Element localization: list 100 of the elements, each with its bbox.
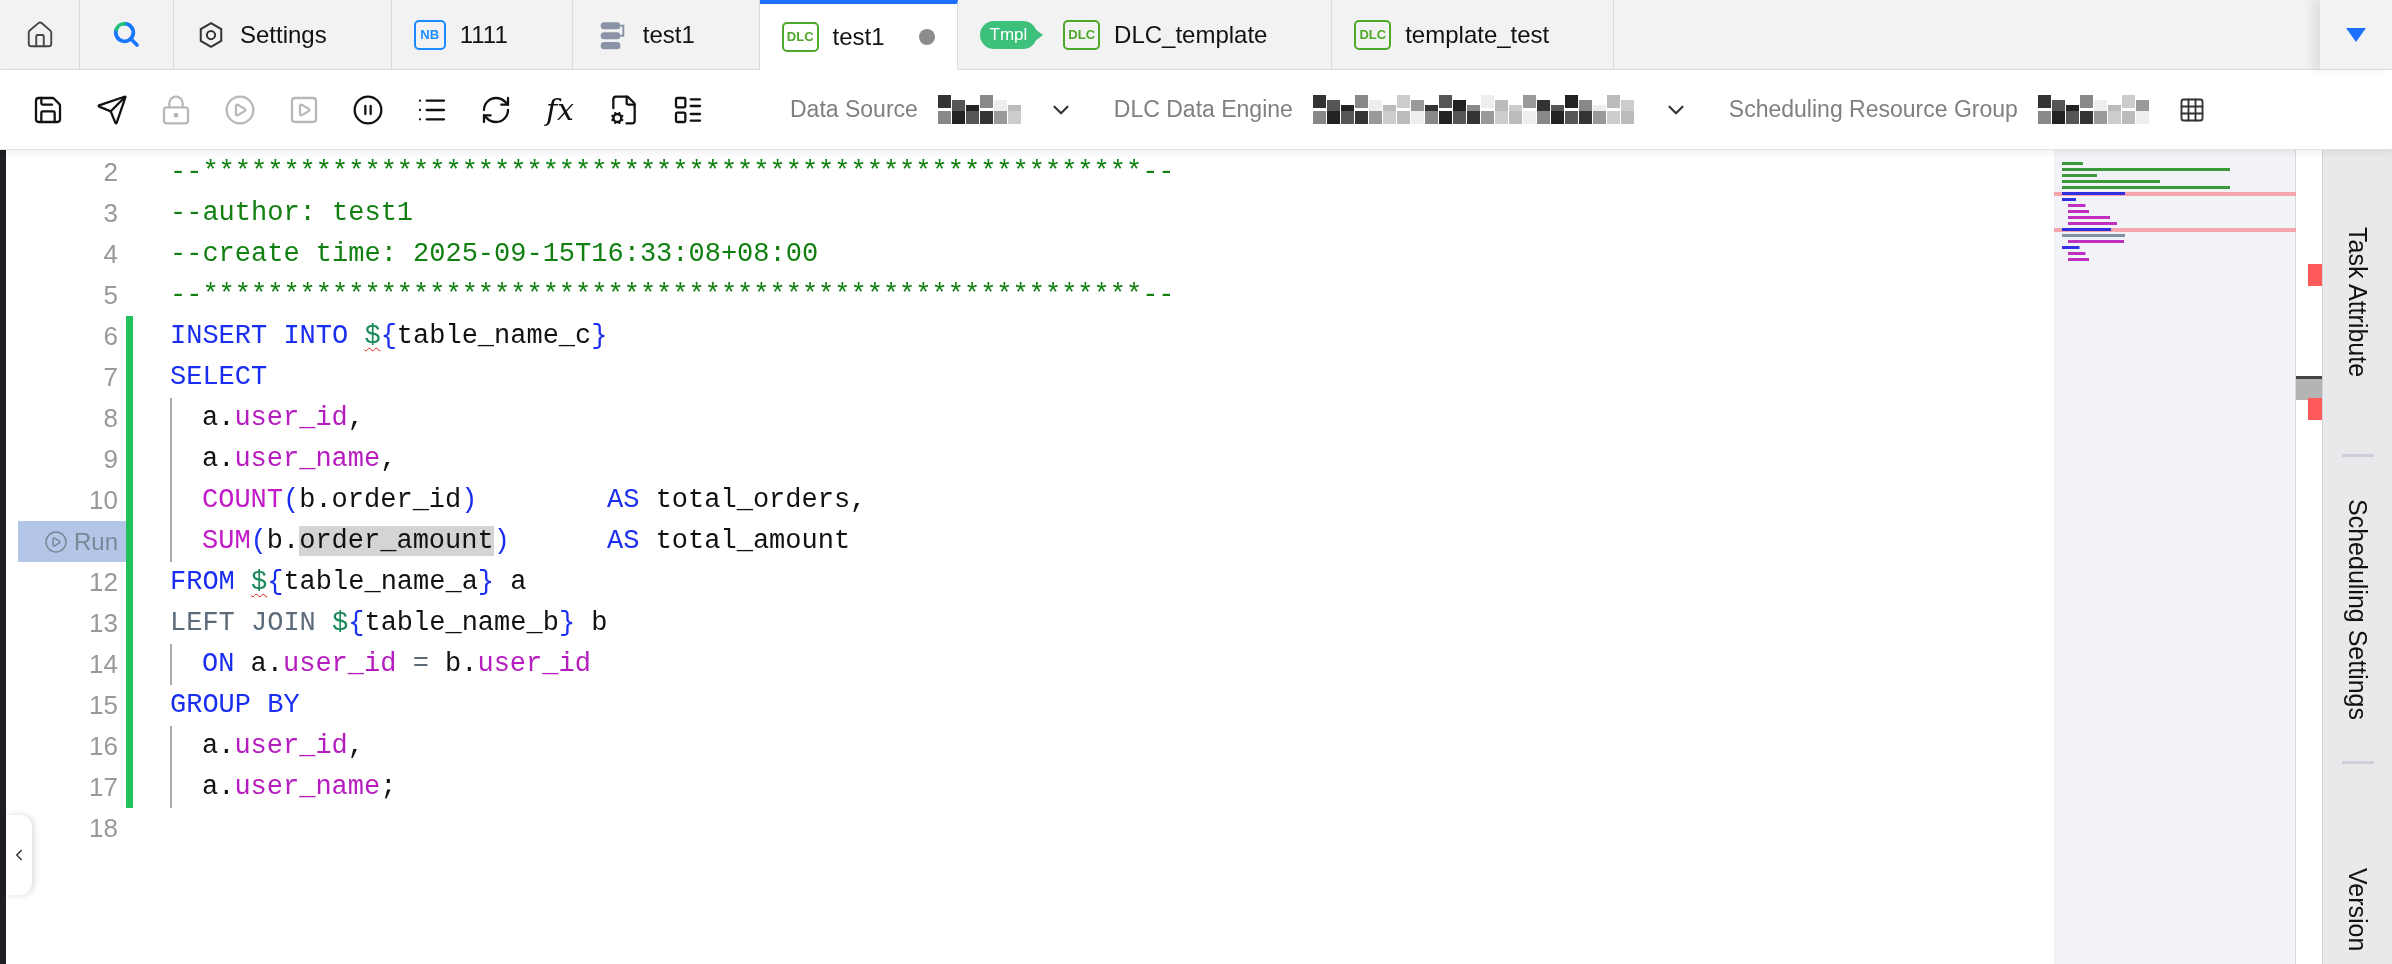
line-number: 13 <box>88 607 119 640</box>
code-token: table_name_c <box>396 321 592 352</box>
scroll-thumb <box>2296 376 2322 400</box>
type-badge: DLC <box>1063 19 1101 50</box>
side-panel-tab[interactable]: Version <box>2323 764 2392 952</box>
type-badge: DLC <box>781 22 819 52</box>
line-number: 15 <box>88 689 119 722</box>
search-icon <box>111 19 142 50</box>
code-token: user_id <box>234 731 348 762</box>
code-token: a. <box>202 403 235 434</box>
error-marker <box>2308 398 2322 420</box>
tab-label: 1111 <box>459 19 508 50</box>
line-number: 12 <box>88 566 119 599</box>
line-number: 10 <box>88 484 119 517</box>
code-token: { <box>348 608 365 639</box>
line-number: 14 <box>88 648 119 681</box>
collapse-handle[interactable] <box>6 815 32 895</box>
code-token: , <box>347 731 365 762</box>
code-token: ) <box>461 485 478 516</box>
field-label: DLC Data Engine <box>1113 95 1293 125</box>
editor-tab[interactable]: Settings <box>174 0 392 70</box>
line-number: 6 <box>102 320 119 353</box>
code-token: user_name <box>234 772 381 803</box>
line-number: 9 <box>102 443 119 476</box>
tab-label: test1 <box>642 19 695 50</box>
editor-tab[interactable]: DLC test1 <box>759 0 958 70</box>
code-token: user_id <box>283 649 397 680</box>
tab-label: DLC_template <box>1114 19 1268 50</box>
line-number: 18 <box>88 812 119 845</box>
code-token: table_name_a <box>283 567 478 598</box>
type-badge: DLC <box>1354 19 1392 50</box>
tab-label: Settings <box>240 19 327 50</box>
type-badge: NB <box>413 19 446 50</box>
editor-tab[interactable]: NB 1111 <box>391 0 573 70</box>
code-token: COUNT <box>202 485 283 516</box>
code-token: table_name_b <box>364 608 559 639</box>
line-number: 3 <box>102 197 119 230</box>
field-label: Scheduling Resource Group <box>1728 95 2018 125</box>
code-token: total_orders, <box>655 484 867 518</box>
code-token: ( <box>250 526 267 557</box>
code-token: b. <box>445 649 478 680</box>
side-panel-tab[interactable]: Task Attribute <box>2323 150 2392 454</box>
code-token: b. <box>266 526 300 557</box>
line-number: 2 <box>102 156 119 189</box>
code-token: , <box>380 444 397 475</box>
code-token: SUM <box>202 526 251 557</box>
line-number: 16 <box>88 730 119 763</box>
code-token: --**********************************************************-- <box>170 157 1175 188</box>
code-token: a <box>509 567 527 598</box>
home-tab[interactable] <box>0 0 80 70</box>
code-token: a. <box>250 649 283 680</box>
code-token: ) <box>493 526 510 557</box>
code-token: b.order_id <box>299 485 462 516</box>
code-token: LEFT JOIN <box>170 608 317 639</box>
pause-icon <box>352 93 384 126</box>
code-token: ; <box>380 772 397 803</box>
code-token: GROUP BY <box>170 690 300 721</box>
lock-icon <box>160 93 192 126</box>
code-token: --create time: 2025-09-15T16:33:08+08:00 <box>170 239 819 270</box>
line-number: 17 <box>88 771 119 804</box>
side-panel-tab[interactable]: Scheduling Settings <box>2323 457 2392 761</box>
code-token: ( <box>283 485 300 516</box>
tab-list-button[interactable] <box>2320 0 2392 70</box>
code-token: FROM <box>170 567 236 598</box>
code-token: } <box>558 608 576 639</box>
code-token: { <box>380 321 397 352</box>
code-token: b <box>590 608 608 639</box>
function-button[interactable]: fx <box>528 85 592 134</box>
code-token: , <box>347 403 365 434</box>
code-token: $ <box>251 567 268 598</box>
code-token: AS <box>607 484 641 518</box>
play-icon <box>43 529 68 554</box>
search-tab[interactable] <box>80 0 174 70</box>
code-token: $ <box>332 608 349 639</box>
code-token: --author: test1 <box>170 198 414 229</box>
line-number: 7 <box>102 361 119 394</box>
line-number: 8 <box>102 402 119 435</box>
code-token: { <box>267 567 284 598</box>
send-icon <box>96 93 128 126</box>
field-label: Data Source <box>790 95 918 125</box>
tab-label: test1 <box>832 22 885 52</box>
code-token: SELECT <box>170 362 268 393</box>
code-token: user_id <box>234 403 348 434</box>
line-number: 4 <box>102 238 119 271</box>
code-token: total_amount <box>655 525 851 559</box>
tab-label: template_test <box>1405 19 1550 50</box>
code-token: user_id <box>477 649 591 680</box>
code-token: ON <box>202 649 236 680</box>
code-token: a. <box>202 772 235 803</box>
code-token: = <box>411 649 430 680</box>
code-token: order_amount <box>299 526 494 557</box>
error-marker <box>2308 264 2322 286</box>
editor-tab[interactable]: Tmpl DLC DLC_template <box>957 0 1333 70</box>
editor-tab[interactable]: DLC template_test <box>1332 0 1615 70</box>
dropdown-triangle-icon <box>2346 27 2366 42</box>
code-token: INSERT INTO <box>170 321 350 352</box>
code-token: AS <box>607 525 641 559</box>
code-token: a. <box>202 731 235 762</box>
editor-tab[interactable]: test1 <box>572 0 760 70</box>
code-token: $ <box>364 321 381 352</box>
